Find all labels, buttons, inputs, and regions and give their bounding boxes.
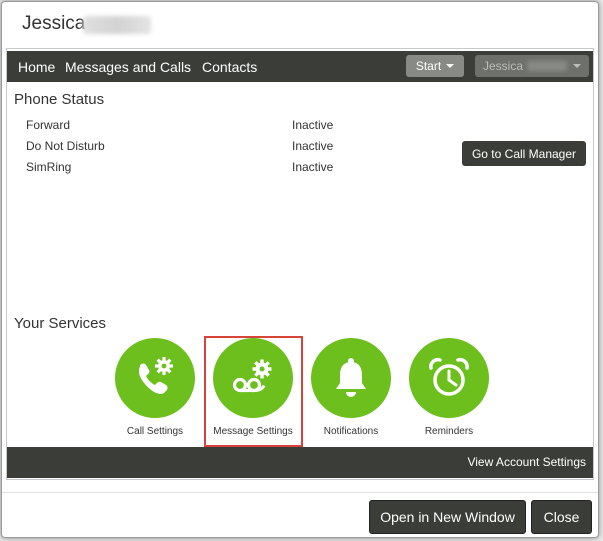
service-notifications[interactable]: Notifications xyxy=(311,338,391,437)
embedded-portal: Home Messages and Calls Contacts Start J… xyxy=(6,48,594,480)
account-footer-bar: View Account Settings xyxy=(7,447,593,478)
start-dropdown[interactable]: Start xyxy=(406,55,464,77)
service-circle xyxy=(311,338,391,418)
dialog-header: Jessica xyxy=(2,2,598,48)
dialog-title: Jessica xyxy=(22,13,86,34)
status-value-simring: Inactive xyxy=(292,160,334,174)
status-label-forward: Forward xyxy=(26,118,71,132)
status-value-forward: Inactive xyxy=(292,118,334,132)
user-label: Jessica xyxy=(483,59,524,73)
close-button[interactable]: Close xyxy=(531,500,592,534)
phone-gear-icon xyxy=(139,357,173,394)
chevron-down-icon xyxy=(446,64,455,68)
go-to-call-manager-button[interactable]: Go to Call Manager xyxy=(462,141,586,166)
status-label-simring: SimRing xyxy=(26,160,72,174)
nav-home[interactable]: Home xyxy=(18,59,55,75)
service-label: Reminders xyxy=(424,426,474,437)
start-label: Start xyxy=(415,59,442,73)
nav-contacts[interactable]: Contacts xyxy=(202,59,257,75)
chevron-down-icon xyxy=(573,64,581,68)
phone-status-title: Phone Status xyxy=(14,91,105,108)
status-value-dnd: Inactive xyxy=(292,139,334,153)
redacted-surname xyxy=(83,16,151,34)
alarm-clock-icon xyxy=(429,357,469,396)
view-account-settings-link[interactable]: View Account Settings xyxy=(467,455,586,469)
top-navbar: Home Messages and Calls Contacts Start J… xyxy=(7,51,593,82)
redacted-surname xyxy=(527,61,568,71)
service-circle xyxy=(115,338,195,418)
service-call-settings[interactable]: Call Settings xyxy=(115,338,195,437)
user-dropdown[interactable]: Jessica xyxy=(475,55,589,77)
status-label-dnd: Do Not Disturb xyxy=(26,139,105,153)
service-reminders[interactable]: Reminders xyxy=(409,338,489,437)
open-in-new-window-button[interactable]: Open in New Window xyxy=(369,500,526,534)
selection-highlight xyxy=(204,336,303,447)
nav-messages-and-calls[interactable]: Messages and Calls xyxy=(65,59,191,75)
your-services-title: Your Services xyxy=(14,315,106,332)
bell-icon xyxy=(336,358,366,397)
modal-dialog: Jessica Home Messages and Calls Contacts… xyxy=(1,1,599,538)
divider xyxy=(2,492,598,493)
service-circle xyxy=(409,338,489,418)
